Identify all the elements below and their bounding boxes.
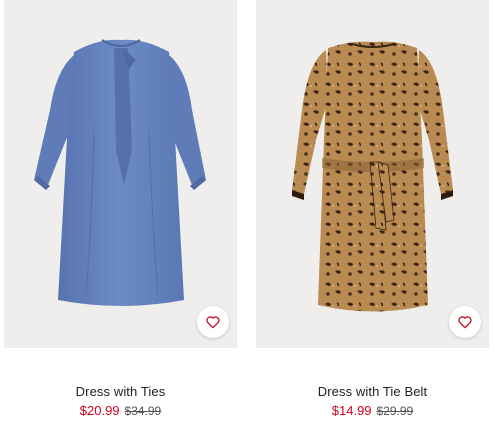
sale-price: $14.99 bbox=[331, 403, 372, 418]
product-image[interactable] bbox=[256, 0, 489, 348]
product-card-dress-with-ties[interactable]: Dress with Ties $20.99 $34.99 bbox=[4, 0, 237, 419]
product-grid: Dress with Ties $20.99 $34.99 Dress with… bbox=[0, 0, 495, 421]
product-info: Dress with Tie Belt $14.99 $29.99 bbox=[256, 384, 489, 419]
product-card-dress-with-tie-belt[interactable]: Dress with Tie Belt $14.99 $29.99 bbox=[256, 0, 489, 419]
product-name[interactable]: Dress with Tie Belt bbox=[256, 384, 489, 400]
favorite-button[interactable] bbox=[449, 306, 481, 338]
product-name[interactable]: Dress with Ties bbox=[4, 384, 237, 400]
product-info: Dress with Ties $20.99 $34.99 bbox=[4, 384, 237, 419]
blue-dress-image bbox=[34, 39, 206, 306]
price-row: $14.99 $29.99 bbox=[256, 403, 489, 419]
price-row: $20.99 $34.99 bbox=[4, 403, 237, 419]
leopard-dress-image bbox=[292, 41, 453, 312]
original-price: $34.99 bbox=[124, 404, 162, 418]
favorite-button[interactable] bbox=[197, 306, 229, 338]
heart-icon bbox=[206, 316, 220, 329]
original-price: $29.99 bbox=[376, 404, 414, 418]
heart-icon bbox=[458, 316, 472, 329]
product-image[interactable] bbox=[4, 0, 237, 348]
sale-price: $20.99 bbox=[79, 403, 120, 418]
